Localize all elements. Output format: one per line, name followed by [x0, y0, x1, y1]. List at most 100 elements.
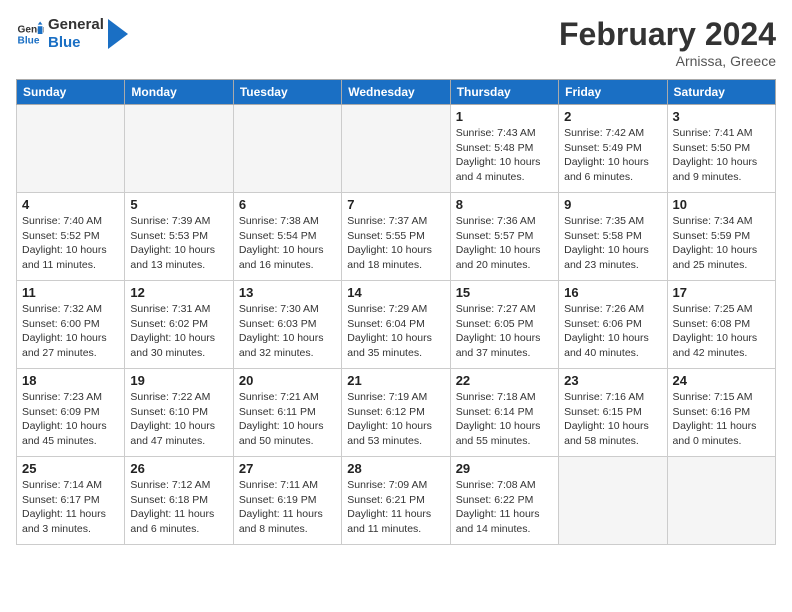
weekday-header-thursday: Thursday — [450, 80, 558, 105]
title-block: February 2024 Arnissa, Greece — [559, 16, 776, 69]
calendar-cell: 2 Sunrise: 7:42 AM Sunset: 5:49 PM Daylig… — [559, 105, 667, 193]
day-info: Sunrise: 7:22 AM Sunset: 6:10 PM Dayligh… — [130, 390, 227, 449]
calendar-cell: 25 Sunrise: 7:14 AM Sunset: 6:17 PM Dayli… — [17, 457, 125, 545]
day-number: 5 — [130, 197, 227, 212]
calendar-cell — [559, 457, 667, 545]
calendar-cell: 21 Sunrise: 7:19 AM Sunset: 6:12 PM Dayli… — [342, 369, 450, 457]
calendar-cell: 24 Sunrise: 7:15 AM Sunset: 6:16 PM Dayli… — [667, 369, 775, 457]
calendar-cell: 23 Sunrise: 7:16 AM Sunset: 6:15 PM Dayli… — [559, 369, 667, 457]
day-number: 24 — [673, 373, 770, 388]
calendar-cell: 20Sunrise: 7:21 AM Sunset: 6:11 PM Dayli… — [233, 369, 341, 457]
svg-text:Blue: Blue — [18, 35, 40, 46]
logo: General Blue General Blue — [16, 16, 128, 52]
calendar-cell — [17, 105, 125, 193]
day-info: Sunrise: 7:40 AM Sunset: 5:52 PM Dayligh… — [22, 214, 119, 273]
day-number: 18 — [22, 373, 119, 388]
day-number: 11 — [22, 285, 119, 300]
calendar-cell: 4 Sunrise: 7:40 AM Sunset: 5:52 PM Daylig… — [17, 193, 125, 281]
day-info: Sunrise: 7:12 AM Sunset: 6:18 PM Dayligh… — [130, 478, 227, 537]
weekday-header-monday: Monday — [125, 80, 233, 105]
day-number: 15 — [456, 285, 553, 300]
calendar-cell — [667, 457, 775, 545]
calendar-cell: 13 Sunrise: 7:30 AM Sunset: 6:03 PM Dayli… — [233, 281, 341, 369]
day-number: 23 — [564, 373, 661, 388]
day-info: Sunrise: 7:42 AM Sunset: 5:49 PM Dayligh… — [564, 126, 661, 185]
calendar-cell: 29Sunrise: 7:08 AM Sunset: 6:22 PM Dayli… — [450, 457, 558, 545]
day-number: 6 — [239, 197, 336, 212]
day-number: 22 — [456, 373, 553, 388]
month-title: February 2024 — [559, 16, 776, 53]
week-row-2: 4 Sunrise: 7:40 AM Sunset: 5:52 PM Daylig… — [17, 193, 776, 281]
day-info: Sunrise: 7:31 AM Sunset: 6:02 PM Dayligh… — [130, 302, 227, 361]
calendar-cell: 12 Sunrise: 7:31 AM Sunset: 6:02 PM Dayli… — [125, 281, 233, 369]
day-info: Sunrise: 7:30 AM Sunset: 6:03 PM Dayligh… — [239, 302, 336, 361]
day-info: Sunrise: 7:27 AM Sunset: 6:05 PM Dayligh… — [456, 302, 553, 361]
day-info: Sunrise: 7:38 AM Sunset: 5:54 PM Dayligh… — [239, 214, 336, 273]
calendar-cell: 11Sunrise: 7:32 AM Sunset: 6:00 PM Dayli… — [17, 281, 125, 369]
calendar-cell: 7Sunrise: 7:37 AM Sunset: 5:55 PM Daylig… — [342, 193, 450, 281]
day-info: Sunrise: 7:09 AM Sunset: 6:21 PM Dayligh… — [347, 478, 444, 537]
weekday-header-friday: Friday — [559, 80, 667, 105]
day-number: 29 — [456, 461, 553, 476]
day-number: 1 — [456, 109, 553, 124]
logo-arrow-icon — [108, 19, 128, 49]
week-row-4: 18 Sunrise: 7:23 AM Sunset: 6:09 PM Dayli… — [17, 369, 776, 457]
day-number: 7 — [347, 197, 444, 212]
calendar-cell: 5 Sunrise: 7:39 AM Sunset: 5:53 PM Daylig… — [125, 193, 233, 281]
day-number: 13 — [239, 285, 336, 300]
day-info: Sunrise: 7:29 AM Sunset: 6:04 PM Dayligh… — [347, 302, 444, 361]
day-info: Sunrise: 7:11 AM Sunset: 6:19 PM Dayligh… — [239, 478, 336, 537]
weekday-header-saturday: Saturday — [667, 80, 775, 105]
page-header: General Blue General Blue February 2024 … — [16, 16, 776, 69]
week-row-3: 11Sunrise: 7:32 AM Sunset: 6:00 PM Dayli… — [17, 281, 776, 369]
day-info: Sunrise: 7:25 AM Sunset: 6:08 PM Dayligh… — [673, 302, 770, 361]
day-info: Sunrise: 7:19 AM Sunset: 6:12 PM Dayligh… — [347, 390, 444, 449]
logo-icon: General Blue — [16, 20, 44, 48]
day-number: 26 — [130, 461, 227, 476]
calendar-cell — [342, 105, 450, 193]
calendar-cell: 3 Sunrise: 7:41 AM Sunset: 5:50 PM Daylig… — [667, 105, 775, 193]
calendar-cell: 8Sunrise: 7:36 AM Sunset: 5:57 PM Daylig… — [450, 193, 558, 281]
day-number: 9 — [564, 197, 661, 212]
day-number: 25 — [22, 461, 119, 476]
day-number: 4 — [22, 197, 119, 212]
calendar-cell: 27 Sunrise: 7:11 AM Sunset: 6:19 PM Dayli… — [233, 457, 341, 545]
calendar-cell: 22Sunrise: 7:18 AM Sunset: 6:14 PM Dayli… — [450, 369, 558, 457]
day-info: Sunrise: 7:35 AM Sunset: 5:58 PM Dayligh… — [564, 214, 661, 273]
day-info: Sunrise: 7:21 AM Sunset: 6:11 PM Dayligh… — [239, 390, 336, 449]
day-info: Sunrise: 7:41 AM Sunset: 5:50 PM Dayligh… — [673, 126, 770, 185]
weekday-header-tuesday: Tuesday — [233, 80, 341, 105]
day-number: 2 — [564, 109, 661, 124]
calendar-cell: 19Sunrise: 7:22 AM Sunset: 6:10 PM Dayli… — [125, 369, 233, 457]
location: Arnissa, Greece — [559, 53, 776, 69]
calendar-cell: 26 Sunrise: 7:12 AM Sunset: 6:18 PM Dayli… — [125, 457, 233, 545]
week-row-5: 25 Sunrise: 7:14 AM Sunset: 6:17 PM Dayli… — [17, 457, 776, 545]
day-number: 16 — [564, 285, 661, 300]
calendar-cell: 9 Sunrise: 7:35 AM Sunset: 5:58 PM Daylig… — [559, 193, 667, 281]
calendar-cell: 14Sunrise: 7:29 AM Sunset: 6:04 PM Dayli… — [342, 281, 450, 369]
day-info: Sunrise: 7:34 AM Sunset: 5:59 PM Dayligh… — [673, 214, 770, 273]
day-info: Sunrise: 7:43 AM Sunset: 5:48 PM Dayligh… — [456, 126, 553, 185]
day-number: 12 — [130, 285, 227, 300]
logo-blue: Blue — [48, 34, 104, 52]
calendar-cell: 17 Sunrise: 7:25 AM Sunset: 6:08 PM Dayli… — [667, 281, 775, 369]
day-info: Sunrise: 7:23 AM Sunset: 6:09 PM Dayligh… — [22, 390, 119, 449]
calendar-cell — [125, 105, 233, 193]
calendar-cell: 15 Sunrise: 7:27 AM Sunset: 6:05 PM Dayli… — [450, 281, 558, 369]
calendar-cell: 6 Sunrise: 7:38 AM Sunset: 5:54 PM Daylig… — [233, 193, 341, 281]
calendar-cell: 28Sunrise: 7:09 AM Sunset: 6:21 PM Dayli… — [342, 457, 450, 545]
day-info: Sunrise: 7:26 AM Sunset: 6:06 PM Dayligh… — [564, 302, 661, 361]
weekday-header-sunday: Sunday — [17, 80, 125, 105]
calendar-cell: 10Sunrise: 7:34 AM Sunset: 5:59 PM Dayli… — [667, 193, 775, 281]
day-info: Sunrise: 7:16 AM Sunset: 6:15 PM Dayligh… — [564, 390, 661, 449]
weekday-header-row: SundayMondayTuesdayWednesdayThursdayFrid… — [17, 80, 776, 105]
day-number: 17 — [673, 285, 770, 300]
day-info: Sunrise: 7:39 AM Sunset: 5:53 PM Dayligh… — [130, 214, 227, 273]
week-row-1: 1 Sunrise: 7:43 AM Sunset: 5:48 PM Daylig… — [17, 105, 776, 193]
calendar-cell: 18 Sunrise: 7:23 AM Sunset: 6:09 PM Dayli… — [17, 369, 125, 457]
day-number: 21 — [347, 373, 444, 388]
day-info: Sunrise: 7:15 AM Sunset: 6:16 PM Dayligh… — [673, 390, 770, 449]
day-number: 3 — [673, 109, 770, 124]
day-info: Sunrise: 7:14 AM Sunset: 6:17 PM Dayligh… — [22, 478, 119, 537]
day-number: 27 — [239, 461, 336, 476]
